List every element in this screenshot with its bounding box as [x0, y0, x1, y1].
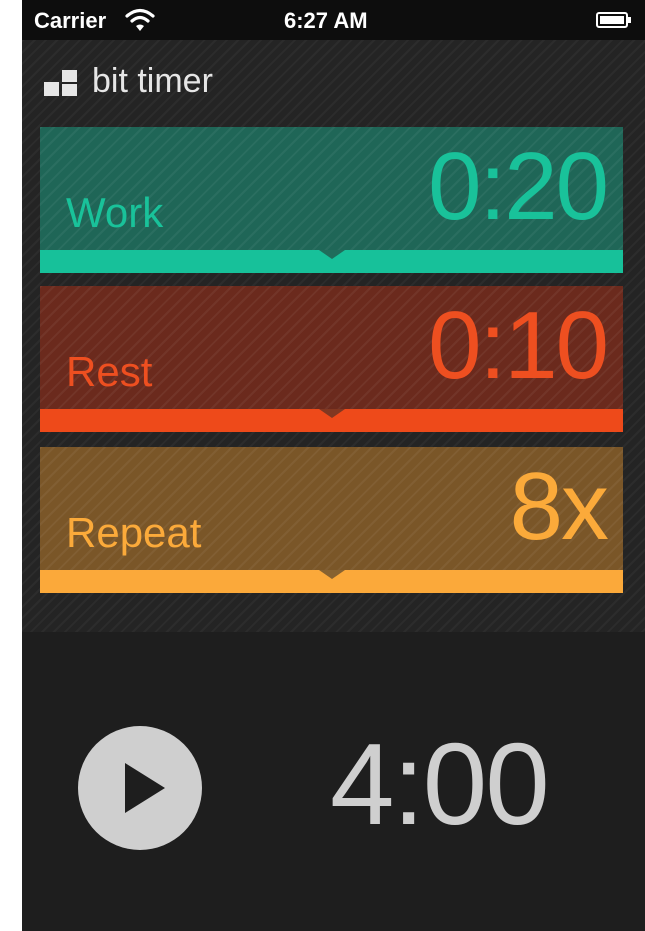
- chevron-down-icon: [318, 250, 345, 259]
- status-time: 6:27 AM: [284, 8, 368, 33]
- app-screen: Carrier 6:27 AM bit timer Work 0:20 Rest…: [22, 0, 645, 931]
- work-expand-bar[interactable]: [40, 250, 623, 273]
- carrier-label: Carrier: [34, 8, 107, 33]
- blocks-logo-icon: [44, 70, 77, 96]
- app-title: bit timer: [92, 62, 213, 100]
- work-interval-card[interactable]: Work 0:20: [40, 127, 623, 273]
- rest-duration: 0:10: [428, 292, 609, 399]
- rest-interval-card[interactable]: Rest 0:10: [40, 286, 623, 432]
- battery-icon: [596, 12, 631, 28]
- total-time: 4:00: [330, 719, 550, 849]
- repeat-interval-card[interactable]: Repeat 8x: [40, 447, 623, 593]
- chevron-down-icon: [318, 409, 345, 418]
- wifi-icon: [125, 8, 155, 31]
- rest-label: Rest: [66, 348, 153, 395]
- play-button[interactable]: [78, 726, 202, 850]
- repeat-label: Repeat: [66, 509, 202, 556]
- work-duration: 0:20: [428, 133, 609, 240]
- rest-expand-bar[interactable]: [40, 409, 623, 432]
- work-label: Work: [66, 189, 164, 236]
- repeat-expand-bar[interactable]: [40, 570, 623, 593]
- chevron-down-icon: [318, 570, 345, 579]
- status-bar: Carrier 6:27 AM: [22, 0, 645, 40]
- play-icon: [125, 763, 165, 813]
- repeat-count: 8x: [509, 453, 609, 560]
